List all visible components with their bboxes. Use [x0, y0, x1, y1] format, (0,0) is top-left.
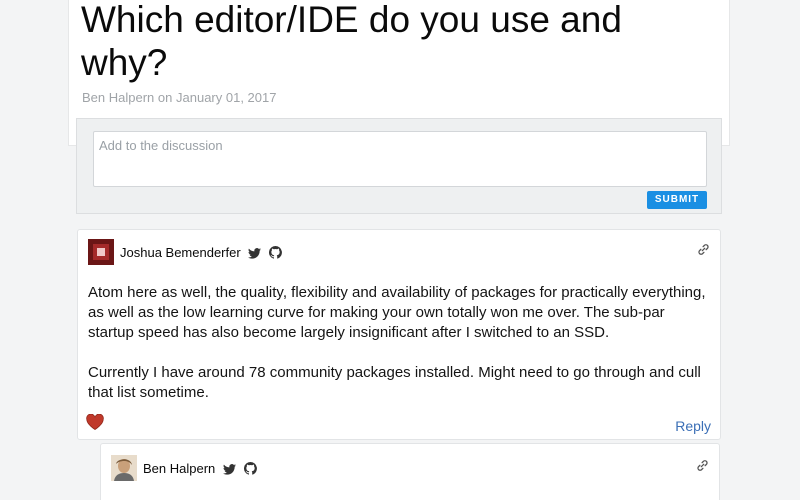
- page-title: Which editor/IDE do you use and why?: [81, 0, 622, 83]
- comment-card: Ben Halpern: [100, 443, 720, 500]
- reply-link[interactable]: Reply: [675, 418, 711, 434]
- byline-date: January 01, 2017: [176, 90, 277, 105]
- permalink-icon[interactable]: [697, 243, 710, 261]
- twitter-icon[interactable]: [222, 463, 236, 478]
- submit-button[interactable]: SUBMIT: [647, 191, 707, 209]
- comment-body: Atom here as well, the quality, flexibil…: [88, 283, 710, 403]
- avatar[interactable]: [111, 455, 137, 481]
- permalink-icon[interactable]: [696, 459, 709, 477]
- twitter-icon[interactable]: [248, 247, 262, 262]
- byline-date-prefix: on: [157, 90, 173, 105]
- comment-card: Joshua Bemenderfer Atom here as well, th…: [77, 229, 721, 440]
- comment-author-name[interactable]: Joshua Bemenderfer: [120, 245, 241, 260]
- github-icon[interactable]: [243, 462, 257, 478]
- comment-author-name[interactable]: Ben Halpern: [143, 461, 215, 476]
- article-byline: Ben Halpern on January 01, 2017: [82, 90, 276, 105]
- comment-paragraph: Currently I have around 78 community pac…: [88, 364, 701, 401]
- github-icon[interactable]: [268, 246, 282, 262]
- byline-author[interactable]: Ben Halpern: [82, 90, 154, 105]
- avatar[interactable]: [88, 239, 114, 265]
- discussion-box: SUBMIT: [76, 118, 722, 214]
- comment-author: Joshua Bemenderfer: [120, 245, 282, 262]
- comment-paragraph: Atom here as well, the quality, flexibil…: [88, 284, 706, 341]
- comment-author: Ben Halpern: [143, 461, 257, 478]
- discussion-input[interactable]: [93, 131, 707, 187]
- heart-icon[interactable]: [86, 413, 104, 435]
